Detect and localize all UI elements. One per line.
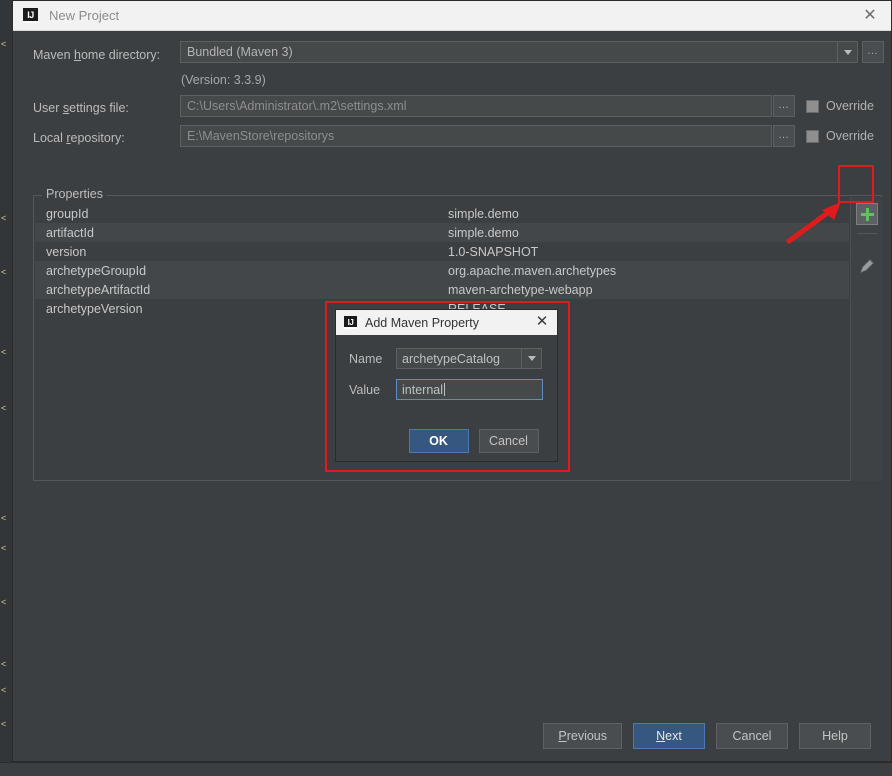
table-row[interactable]: archetypeGroupId org.apache.maven.archet…: [35, 261, 849, 280]
close-icon[interactable]: ✕: [861, 7, 879, 25]
local-repository-row: Local repository:: [33, 127, 125, 149]
gutter-chevron-icon: <: [1, 267, 7, 277]
dialog-titlebar: IJ New Project ✕: [13, 1, 891, 31]
intellij-logo-icon: IJ: [344, 316, 357, 329]
properties-toolbar: [850, 197, 882, 481]
modal-name-row: Name archetypeCatalog: [349, 348, 542, 369]
modal-titlebar: IJ Add Maven Property ✕: [336, 310, 557, 335]
override-checkbox[interactable]: [806, 99, 819, 113]
gutter-chevron-icon: <: [1, 39, 7, 49]
gutter-chevron-icon: <: [1, 685, 7, 695]
property-value: maven-archetype-webapp: [448, 282, 593, 297]
ide-bottom-strip: [0, 762, 892, 776]
user-settings-row: User settings file:: [33, 97, 129, 119]
maven-home-label: Maven home directory:: [33, 48, 161, 62]
user-settings-label: User settings file:: [33, 101, 129, 115]
table-row[interactable]: version 1.0-SNAPSHOT: [35, 242, 849, 261]
gutter-chevron-icon: <: [1, 659, 7, 669]
close-icon[interactable]: ✕: [534, 314, 550, 330]
modal-cancel-button[interactable]: Cancel: [478, 429, 539, 453]
modal-buttons: OK Cancel: [336, 429, 559, 453]
properties-legend: Properties: [42, 187, 107, 201]
property-value: 1.0-SNAPSHOT: [448, 244, 539, 259]
dialog-footer: Previous Next Cancel Help: [13, 710, 892, 762]
gutter-chevron-icon: <: [1, 597, 7, 607]
edit-property-button[interactable]: [856, 255, 878, 277]
modal-body: Name archetypeCatalog Value internal OK …: [336, 335, 557, 463]
user-settings-browse-button[interactable]: …: [773, 95, 795, 117]
value-input[interactable]: internal: [396, 379, 543, 400]
modal-title: Add Maven Property: [365, 315, 479, 330]
property-value: org.apache.maven.archetypes: [448, 263, 617, 278]
table-row[interactable]: artifactId simple.demo: [35, 223, 849, 242]
value-label: Value: [349, 382, 381, 397]
screenshot-root: < < < < < < < < < < < IJ New Project ✕ M…: [0, 0, 892, 776]
local-repository-browse-button[interactable]: …: [773, 125, 795, 147]
help-button[interactable]: Help: [799, 723, 871, 749]
override-checkbox[interactable]: [806, 129, 819, 143]
property-key: archetypeGroupId: [46, 263, 147, 278]
previous-button[interactable]: Previous: [543, 723, 622, 749]
gutter-chevron-icon: <: [1, 543, 7, 553]
override-label: Override: [826, 99, 874, 113]
table-row[interactable]: groupId simple.demo: [35, 204, 849, 223]
local-repository-override[interactable]: Override: [806, 129, 874, 143]
name-input[interactable]: archetypeCatalog: [396, 348, 522, 369]
ide-left-gutter: < < < < < < < < < < <: [0, 0, 12, 776]
dialog-title: New Project: [49, 8, 120, 23]
chevron-down-icon[interactable]: [522, 348, 542, 369]
gutter-chevron-icon: <: [1, 213, 7, 223]
local-repository-input[interactable]: E:\MavenStore\repositorys: [180, 125, 772, 147]
property-key: groupId: [46, 206, 89, 221]
cancel-button[interactable]: Cancel: [716, 723, 788, 749]
property-key: artifactId: [46, 225, 94, 240]
add-property-button[interactable]: [856, 203, 878, 225]
toolbar-divider: [857, 233, 877, 234]
intellij-logo-icon: IJ: [23, 8, 38, 23]
maven-home-row: Maven home directory:: [33, 44, 160, 66]
maven-home-value[interactable]: Bundled (Maven 3): [180, 41, 838, 63]
property-key: archetypeArtifactId: [46, 282, 151, 297]
plus-icon: [860, 207, 874, 221]
user-settings-override[interactable]: Override: [806, 99, 874, 113]
property-value: simple.demo: [448, 225, 519, 240]
table-row[interactable]: archetypeArtifactId maven-archetype-weba…: [35, 280, 849, 299]
maven-version-note: (Version: 3.3.9): [181, 73, 266, 87]
property-key: version: [46, 244, 87, 259]
gutter-chevron-icon: <: [1, 513, 7, 523]
gutter-chevron-icon: <: [1, 403, 7, 413]
modal-value-row: Value internal: [349, 379, 543, 400]
text-caret: [444, 383, 445, 396]
user-settings-input[interactable]: C:\Users\Administrator\.m2\settings.xml: [180, 95, 772, 117]
maven-home-browse-button[interactable]: …: [862, 41, 884, 63]
override-label: Override: [826, 129, 874, 143]
local-repository-label: Local repository:: [33, 131, 125, 145]
gutter-chevron-icon: <: [1, 347, 7, 357]
ok-button[interactable]: OK: [408, 429, 469, 453]
property-value: simple.demo: [448, 206, 519, 221]
maven-home-combo[interactable]: Bundled (Maven 3): [180, 41, 858, 63]
pencil-icon: [860, 259, 874, 273]
gutter-chevron-icon: <: [1, 719, 7, 729]
next-button[interactable]: Next: [633, 723, 705, 749]
name-combo[interactable]: archetypeCatalog: [396, 348, 542, 369]
name-label: Name: [349, 351, 383, 366]
add-maven-property-dialog: IJ Add Maven Property ✕ Name archetypeCa…: [335, 309, 558, 462]
chevron-down-icon[interactable]: [838, 41, 858, 63]
